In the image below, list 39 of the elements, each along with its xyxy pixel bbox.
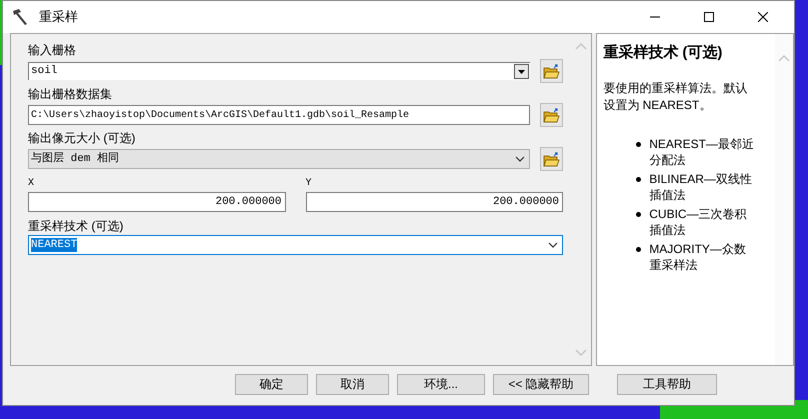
folder-icon	[543, 108, 560, 122]
help-list-item: MAJORITY—众数重采样法	[649, 240, 747, 272]
dialog-button[interactable]: 工具帮助	[617, 374, 717, 394]
field-label: 输出栅格数据集	[28, 86, 112, 103]
dropdown-arrow-icon	[518, 70, 525, 74]
folder-icon	[543, 64, 560, 78]
dialog-button[interactable]: 确定	[235, 374, 308, 394]
maximize-icon	[704, 12, 714, 22]
dropdown-field[interactable]: soil	[28, 62, 530, 80]
bullet-icon	[636, 176, 642, 182]
dialog-button[interactable]: 取消	[316, 374, 389, 394]
browse-button[interactable]	[540, 59, 563, 83]
folder-icon	[543, 152, 560, 166]
field-label: Y	[306, 177, 313, 191]
chevron-down-icon	[548, 242, 558, 248]
dialog-button[interactable]: 环境...	[397, 374, 485, 394]
bullet-icon	[636, 212, 642, 216]
bullet-icon	[636, 246, 642, 252]
help-title: 重采样技术 (可选)	[602, 43, 724, 63]
dialog-button[interactable]: << 隐藏帮助	[493, 374, 589, 394]
help-list-item: BILINEAR—双线性插值法	[649, 170, 753, 202]
browse-button[interactable]	[540, 103, 563, 127]
close-icon	[758, 12, 768, 22]
help-list-item: NEAREST—最邻近分配法	[649, 136, 755, 168]
number-field[interactable]: 200.000000	[28, 192, 286, 212]
bullet-icon	[636, 142, 642, 146]
chevron-down-icon	[515, 156, 525, 162]
browse-button[interactable]	[540, 147, 563, 171]
field-label: 输出像元大小 (可选)	[28, 130, 136, 147]
field-label: 输入栅格	[28, 42, 76, 59]
path-field[interactable]: C:\Users\zhaoyistop\Documents\ArcGIS\Default1.gdb\soil_Resample	[28, 105, 530, 125]
dropdown-field[interactable]: 与图层 dem 相同	[28, 149, 530, 169]
window-title: 重采样	[39, 8, 78, 26]
dropdown-field[interactable]: NEAREST	[28, 235, 563, 255]
field-label: 重采样技术 (可选)	[28, 218, 124, 235]
help-description: 要使用的重采样算法。默认设置为 NEAREST。	[602, 80, 748, 114]
help-list-item: CUBIC—三次卷积插值法	[649, 206, 748, 238]
field-label: X	[28, 177, 36, 191]
number-field[interactable]: 200.000000	[306, 192, 563, 212]
